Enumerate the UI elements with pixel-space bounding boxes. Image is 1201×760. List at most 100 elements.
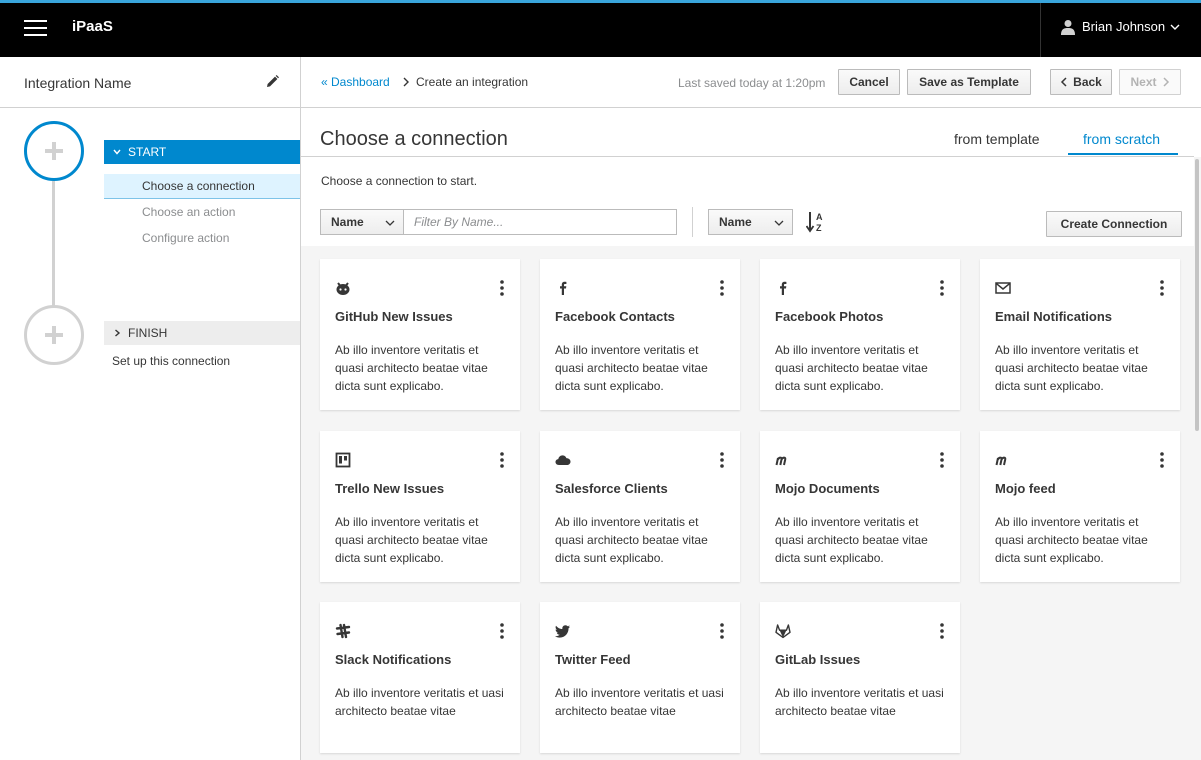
kebab-menu-icon[interactable] [1160, 280, 1164, 296]
connection-card[interactable]: Mojo feed Ab illo inventore veritatis et… [980, 431, 1180, 582]
slack-icon [335, 623, 351, 639]
kebab-menu-icon[interactable] [1160, 452, 1164, 468]
sort-alpha-asc-icon[interactable]: A Z [806, 211, 826, 233]
connection-cards-grid: GitHub New Issues Ab illo inventore veri… [301, 246, 1194, 760]
connection-card[interactable]: GitHub New Issues Ab illo inventore veri… [320, 259, 520, 410]
connection-description: Ab illo inventore veritatis et quasi arc… [555, 343, 708, 393]
substep-choose-connection[interactable]: Choose a connection [104, 174, 300, 199]
connection-description: Ab illo inventore veritatis et uasi arch… [335, 686, 504, 718]
connection-card[interactable]: Facebook Photos Ab illo inventore verita… [760, 259, 960, 410]
connection-description: Ab illo inventore veritatis et uasi arch… [555, 686, 724, 718]
connection-card[interactable]: Facebook Contacts Ab illo inventore veri… [540, 259, 740, 410]
connection-card[interactable]: Slack Notifications Ab illo inventore ve… [320, 602, 520, 753]
chevron-right-icon [115, 329, 121, 337]
active-tab-indicator [1068, 153, 1178, 155]
svg-text:A: A [816, 212, 823, 222]
scrollbar-thumb[interactable] [1195, 159, 1199, 431]
connection-title: GitHub New Issues [335, 309, 453, 324]
tab-from-scratch[interactable]: from scratch [1083, 131, 1160, 147]
start-step-header[interactable]: START [104, 140, 300, 164]
kebab-menu-icon[interactable] [500, 280, 504, 296]
user-menu[interactable]: Brian Johnson [1040, 3, 1201, 57]
chevron-down-icon [774, 220, 784, 226]
substep-configure-action[interactable]: Configure action [104, 226, 300, 251]
kebab-menu-icon[interactable] [720, 280, 724, 296]
finish-step-circle[interactable] [24, 305, 84, 365]
connection-title: Trello New Issues [335, 481, 445, 496]
connection-title: GitLab Issues [775, 652, 861, 667]
brand-logo[interactable]: iPaaS [72, 18, 113, 35]
svg-text:Z: Z [816, 223, 822, 233]
connection-description: Ab illo inventore veritatis et quasi arc… [995, 343, 1148, 393]
cloud-icon [555, 455, 571, 465]
hamburger-menu-icon[interactable] [24, 20, 47, 38]
mojo-icon [775, 456, 787, 466]
connection-card[interactable]: Mojo Documents Ab illo inventore veritat… [760, 431, 960, 582]
facebook-icon [560, 281, 567, 295]
sort-field-select[interactable]: Name [708, 209, 793, 235]
kebab-menu-icon[interactable] [940, 452, 944, 468]
page-title: Choose a connection [320, 128, 508, 150]
filter-by-name-input[interactable] [403, 209, 677, 235]
connection-description: Ab illo inventore veritatis et quasi arc… [775, 515, 928, 565]
connection-title: Mojo feed [995, 481, 1056, 496]
mojo-icon [995, 456, 1007, 466]
connection-card[interactable]: Email Notifications Ab illo inventore ve… [980, 259, 1180, 410]
finish-step-description: Set up this connection [112, 354, 231, 368]
create-connection-button[interactable]: Create Connection [1046, 211, 1182, 237]
chevron-right-icon [1162, 77, 1169, 87]
connection-description: Ab illo inventore veritatis et quasi arc… [995, 515, 1148, 565]
start-step-circle[interactable] [24, 121, 84, 181]
filter-field-value: Name [331, 215, 364, 229]
next-button[interactable]: Next [1119, 69, 1181, 95]
github-icon [336, 282, 350, 295]
chevron-down-icon [113, 149, 121, 155]
content-scrollbar[interactable] [1194, 157, 1201, 760]
connection-card[interactable]: Trello New Issues Ab illo inventore veri… [320, 431, 520, 582]
top-navbar: iPaaS Brian Johnson [0, 0, 1201, 57]
connection-title: Twitter Feed [555, 652, 631, 667]
main-content: « Dashboard Create an integration Last s… [301, 57, 1201, 760]
start-step-label: START [128, 145, 167, 159]
last-saved-status: Last saved today at 1:20pm [678, 76, 826, 90]
filter-field-select[interactable]: Name [320, 209, 404, 235]
connection-card[interactable]: Twitter Feed Ab illo inventore veritatis… [540, 602, 740, 753]
connection-card[interactable]: GitLab Issues Ab illo inventore veritati… [760, 602, 960, 753]
breadcrumb-dashboard-label: Dashboard [331, 75, 390, 89]
kebab-menu-icon[interactable] [500, 452, 504, 468]
envelope-icon [995, 282, 1011, 294]
pencil-icon[interactable] [266, 75, 279, 88]
connection-title: Salesforce Clients [555, 481, 668, 496]
user-icon [1061, 20, 1075, 35]
connection-title: Email Notifications [995, 309, 1113, 324]
integration-sidebar: Integration Name START Choose a connecti… [0, 57, 301, 760]
breadcrumb-dashboard-link[interactable]: « Dashboard [321, 75, 390, 89]
connection-description: Ab illo inventore veritatis et quasi arc… [775, 343, 928, 393]
chevron-right-icon [403, 77, 409, 87]
step-connector-line [52, 181, 55, 306]
kebab-menu-icon[interactable] [940, 623, 944, 639]
breadcrumb-current: Create an integration [416, 75, 529, 89]
back-button[interactable]: Back [1050, 69, 1112, 95]
plus-icon [45, 326, 63, 344]
sort-field-value: Name [719, 215, 752, 229]
connection-description: Ab illo inventore veritatis et quasi arc… [335, 343, 488, 393]
kebab-menu-icon[interactable] [720, 623, 724, 639]
plus-icon [45, 142, 63, 160]
kebab-menu-icon[interactable] [940, 280, 944, 296]
gitlab-icon [775, 624, 791, 639]
cancel-button[interactable]: Cancel [838, 69, 900, 95]
integration-name: Integration Name [24, 75, 132, 91]
connection-title: Mojo Documents [775, 481, 880, 496]
kebab-menu-icon[interactable] [500, 623, 504, 639]
connection-title: Facebook Contacts [555, 309, 675, 324]
kebab-menu-icon[interactable] [720, 452, 724, 468]
facebook-icon [780, 281, 787, 295]
substep-choose-action[interactable]: Choose an action [104, 200, 300, 225]
finish-step-header[interactable]: FINISH [104, 321, 300, 345]
tab-from-template[interactable]: from template [954, 131, 1040, 147]
save-as-template-button[interactable]: Save as Template [907, 69, 1031, 95]
finish-step-label: FINISH [128, 326, 168, 340]
next-button-label: Next [1130, 75, 1157, 89]
connection-card[interactable]: Salesforce Clients Ab illo inventore ver… [540, 431, 740, 582]
